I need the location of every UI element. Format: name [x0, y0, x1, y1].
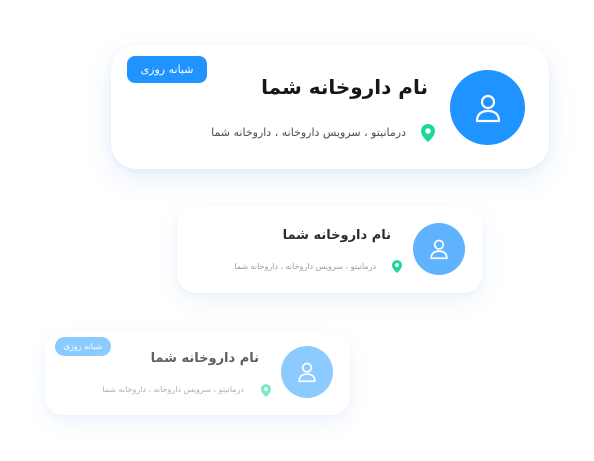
pharmacy-card[interactable]: نام داروخانه شما درمانیتو ، سرویس داروخا… [111, 45, 549, 169]
pharmacy-address: درمانیتو ، سرویس داروخانه ، داروخانه شما [102, 385, 244, 394]
avatar [281, 346, 333, 398]
pharmacy-address: درمانیتو ، سرویس داروخانه ، داروخانه شما [234, 262, 376, 271]
pharmacy-card[interactable]: نام داروخانه شما درمانیتو ، سرویس داروخا… [177, 206, 483, 293]
pharmacy-address: درمانیتو ، سرویس داروخانه ، داروخانه شما [211, 126, 406, 139]
pharmacy-name: نام داروخانه شما [282, 228, 391, 243]
avatar [413, 223, 465, 275]
status-badge: شبانه روزی [127, 56, 207, 83]
user-icon [475, 94, 500, 122]
pharmacy-name: نام داروخانه شما [261, 75, 428, 99]
location-pin-icon [421, 124, 435, 142]
status-badge: شبانه روزی [55, 337, 111, 356]
pharmacy-name: نام داروخانه شما [150, 351, 259, 366]
location-pin-icon [392, 260, 402, 273]
location-pin-icon [261, 384, 271, 397]
user-icon [430, 239, 448, 260]
avatar [450, 70, 525, 145]
user-icon [298, 362, 316, 383]
pharmacy-card[interactable]: نام داروخانه شما درمانیتو ، سرویس داروخا… [45, 332, 350, 415]
